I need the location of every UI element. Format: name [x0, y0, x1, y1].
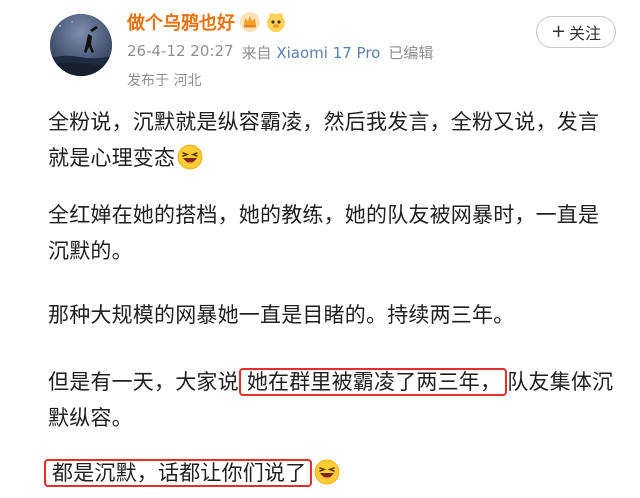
avatar-image: [50, 14, 112, 76]
post-paragraph-2: 全红婵在她的搭档，她的教练，她的队友被网暴时，一直是沉默的。: [48, 203, 600, 263]
follow-button[interactable]: + 关注: [536, 16, 616, 48]
location: 发布于 河北: [127, 73, 202, 89]
source-prefix: 来自: [241, 44, 272, 62]
plus-icon: +: [550, 21, 567, 42]
username-text[interactable]: 做个乌鸦也好: [127, 9, 235, 35]
paragraph-text: 全粉说，沉默就是纵容霸凌，然后我发言，全粉又说，发言就是心理变态: [48, 110, 600, 170]
device-name[interactable]: Xiaomi 17 Pro: [276, 44, 380, 62]
vip-crown-icon: [240, 12, 260, 32]
post-paragraph-4: 但是有一天，大家说 她在群里被霸凌了两三年， 队友集体沉默纵容。: [48, 364, 620, 436]
avatar[interactable]: [50, 14, 112, 76]
post-paragraph-3: 那种大规模的网暴她一直是目睹的。持续两三年。: [48, 303, 515, 327]
username[interactable]: 做个乌鸦也好: [127, 9, 287, 35]
paragraph-text: 但是有一天，大家说: [48, 370, 239, 394]
post-meta: 26-4-12 20:27 来自 Xiaomi 17 Pro 已编辑: [127, 42, 433, 63]
laughing-emoji-icon: [177, 144, 203, 170]
post-paragraph-1: 全粉说，沉默就是纵容霸凌，然后我发言，全粉又说，发言就是心理变态: [48, 104, 620, 176]
timestamp: 26-4-12 20:27: [127, 42, 234, 60]
follow-label: 关注: [569, 24, 602, 43]
highlighted-text-box: 她在群里被霸凌了两三年，: [238, 368, 508, 396]
post-paragraph-5: 都是沉默，话都让你们说了: [44, 455, 616, 491]
highlighted-text-box: 都是沉默，话都让你们说了: [44, 459, 313, 487]
laughing-emoji-icon: [315, 459, 340, 485]
edited-label[interactable]: 已编辑: [388, 42, 433, 63]
fan-badge-icon: [267, 13, 285, 32]
